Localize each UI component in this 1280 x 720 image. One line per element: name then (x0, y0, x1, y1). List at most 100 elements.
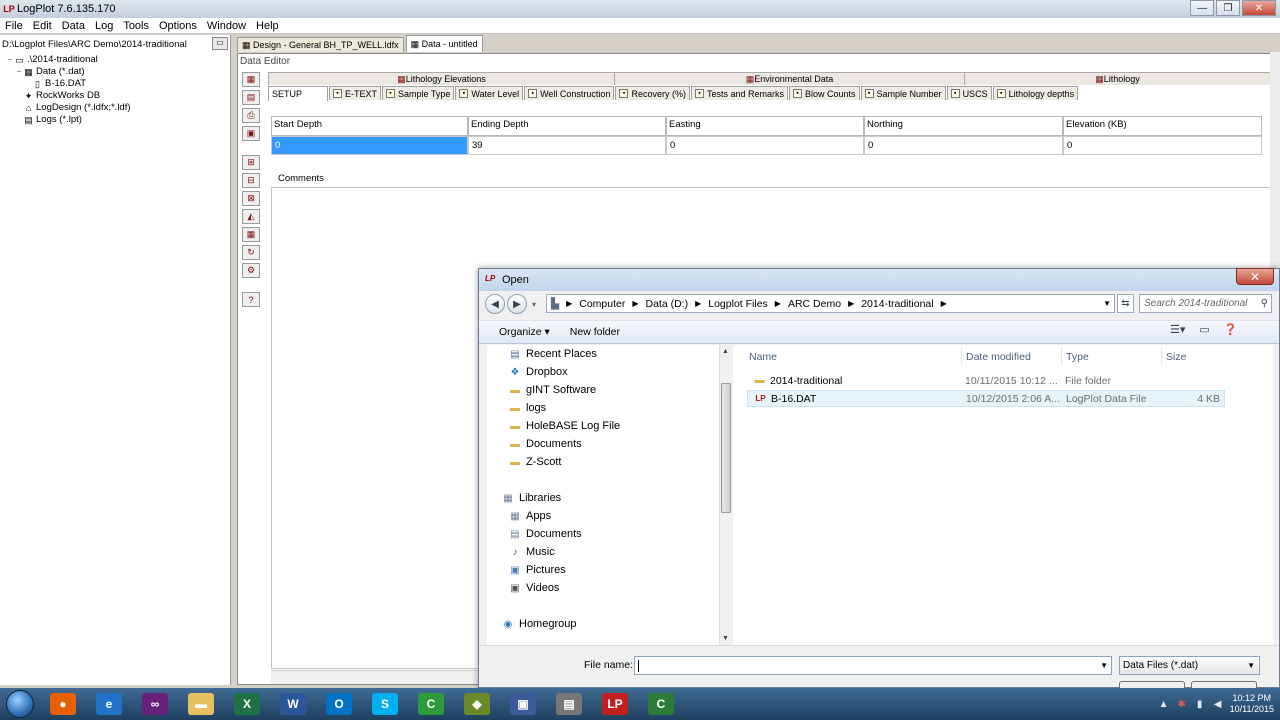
file-row[interactable]: LP B-16.DAT 10/12/2015 2:06 A... LogPlot Da… (747, 390, 1225, 407)
refresh-data-icon[interactable]: ↻ (242, 245, 260, 260)
taskbar-button[interactable]: C (408, 689, 454, 719)
grid-cell[interactable]: 39 (468, 136, 666, 155)
breadcrumb-item[interactable]: 2014-traditional (861, 298, 933, 310)
taskbar-button[interactable]: LP (592, 689, 638, 719)
forward-icon[interactable]: ▶ (507, 294, 527, 314)
col-divider[interactable] (1161, 348, 1162, 364)
nav-item[interactable]: ▬ logs (509, 400, 546, 416)
taskbar-button[interactable]: C (638, 689, 684, 719)
new-folder-button[interactable]: New folder (560, 326, 630, 338)
preview-pane-icon[interactable]: ▭ (1199, 323, 1209, 336)
help-icon[interactable]: ? (242, 292, 260, 307)
menu-options[interactable]: Options (154, 20, 202, 32)
address-bar[interactable]: ▙ ▶ Computer ▶ Data (D:) ▶ Logplot Files ▶ ARC D… (546, 294, 1115, 313)
breadcrumb-separator-icon[interactable]: ▶ (941, 299, 947, 308)
breadcrumb-separator-icon[interactable]: ▶ (848, 299, 854, 308)
col-type[interactable]: Type (1066, 350, 1089, 364)
breadcrumb-separator-icon[interactable]: ▶ (566, 299, 572, 308)
tab-uscs[interactable]: ▪ USCS (946, 86, 992, 100)
tray-arrow-icon[interactable]: ▲ (1158, 698, 1170, 710)
refresh-icon[interactable]: ⇆ (1117, 294, 1134, 313)
col-date-modified[interactable]: Date modified (966, 350, 1031, 364)
breadcrumb-separator-icon[interactable]: ▶ (632, 299, 638, 308)
tab-lithology-depths[interactable]: ▪ Lithology depths (992, 86, 1079, 100)
organize-button[interactable]: Organize ▾ (489, 326, 560, 338)
menu-data[interactable]: Data (57, 20, 90, 32)
search-input[interactable]: Search 2014-traditional ⚲ (1139, 294, 1272, 313)
tab-well-construction[interactable]: ▪ Well Construction (524, 86, 615, 100)
dialog-help-icon[interactable]: ❓ (1224, 323, 1238, 336)
tree-item[interactable]: ⌂ LogDesign (*.ldfx;*.ldf) (6, 102, 131, 114)
col-size[interactable]: Size (1166, 350, 1186, 364)
menu-edit[interactable]: Edit (28, 20, 57, 32)
tab-e-text[interactable]: ▪ E-TEXT (329, 86, 382, 100)
nav-item[interactable]: ◉ Homegroup (502, 616, 577, 632)
grid-cell[interactable]: 0 (864, 136, 1063, 155)
grid-cell[interactable]: 0 (271, 136, 468, 155)
tray-app-icon[interactable]: ✱ (1176, 698, 1188, 710)
network-icon[interactable]: ▮ (1194, 698, 1206, 710)
tab-setup[interactable]: SETUP (268, 86, 328, 101)
table-icon[interactable]: ▦ (242, 227, 260, 242)
tab-sample-type[interactable]: ▪ Sample Type (382, 86, 455, 100)
tree-expander-icon[interactable]: − (6, 54, 14, 66)
tab-sample-number[interactable]: ▪ Sample Number (860, 86, 946, 100)
breadcrumb-separator-icon[interactable]: ▶ (695, 299, 701, 308)
grid-cell[interactable]: 0 (1063, 136, 1262, 155)
close-button[interactable]: ✕ (1242, 0, 1276, 16)
taskbar-button[interactable]: ∞ (132, 689, 178, 719)
breadcrumb-item[interactable]: Data (D:) (646, 298, 689, 310)
grid-cell[interactable]: 0 (666, 136, 864, 155)
change-view-icon[interactable]: ☰▾ (1170, 323, 1185, 336)
start-button[interactable] (0, 688, 40, 720)
browse-folder-button[interactable]: ▭ (212, 37, 228, 50)
nav-item[interactable]: ♪ Music (509, 544, 555, 560)
col-divider[interactable] (961, 348, 962, 364)
nav-pane-scrollbar[interactable]: ▲ ▼ (719, 345, 732, 645)
tab-data-untitled[interactable]: ▦ Data - untitled (405, 35, 483, 52)
taskbar-button[interactable]: O (316, 689, 362, 719)
menu-log[interactable]: Log (90, 20, 118, 32)
address-dropdown-icon[interactable]: ▼ (1103, 299, 1111, 308)
nav-item[interactable]: ▦ Apps (509, 508, 551, 524)
settings-icon[interactable]: ⚙ (242, 263, 260, 278)
nav-item[interactable]: ▤ Documents (509, 526, 581, 542)
taskbar-button[interactable]: S (362, 689, 408, 719)
history-dropdown-icon[interactable]: ▾ (532, 300, 536, 309)
taskbar-button[interactable]: ▣ (500, 689, 546, 719)
nav-scroll-thumb[interactable] (721, 383, 731, 513)
nav-item[interactable]: ▬ Documents (509, 436, 582, 452)
tree-item[interactable]: ▯ B-16.DAT (6, 78, 131, 90)
horizontal-scrollbar[interactable] (271, 670, 480, 684)
minimize-button[interactable]: — (1190, 0, 1214, 16)
add-column-icon[interactable]: ⊞ (242, 155, 260, 170)
nav-item[interactable]: ▬ gINT Software (509, 382, 596, 398)
tree-item[interactable]: ✦ RockWorks DB (6, 90, 131, 102)
tree-item[interactable]: − ▭ .\2014-traditional (6, 54, 131, 66)
file-type-select[interactable]: Data Files (*.dat) ▼ (1119, 656, 1260, 675)
taskbar-button[interactable]: W (270, 689, 316, 719)
nav-item[interactable]: ▤ Recent Places (509, 346, 597, 362)
taskbar-button[interactable]: ▬ (178, 689, 224, 719)
tree-item[interactable]: ▤ Logs (*.lpt) (6, 114, 131, 126)
file-name-input[interactable]: ▼ (634, 656, 1112, 675)
import-icon[interactable]: ▤ (242, 90, 260, 105)
tree-item[interactable]: − ▦ Data (*.dat) (6, 66, 131, 78)
nav-item[interactable]: ❖ Dropbox (509, 364, 568, 380)
breadcrumb-separator-icon[interactable]: ▶ (775, 299, 781, 308)
file-row[interactable]: ▬ 2014-traditional 10/11/2015 10:12 ... Fil… (747, 372, 1225, 389)
nav-item[interactable]: ▣ Videos (509, 580, 559, 596)
dialog-close-button[interactable]: ✕ (1236, 268, 1274, 285)
taskbar-button[interactable]: e (86, 689, 132, 719)
delete-row-icon[interactable]: ⊠ (242, 191, 260, 206)
menu-window[interactable]: Window (202, 20, 251, 32)
tab-tests-and-remarks[interactable]: ▪ Tests and Remarks (690, 86, 788, 100)
volume-icon[interactable]: ◀ (1212, 698, 1224, 710)
taskbar-button[interactable]: ▤ (546, 689, 592, 719)
scroll-up-icon[interactable]: ▲ (722, 348, 729, 355)
print-icon[interactable]: ⎙ (242, 108, 260, 123)
add-row-icon[interactable]: ⊟ (242, 173, 260, 188)
menu-tools[interactable]: Tools (118, 20, 154, 32)
nav-item[interactable]: ▬ HoleBASE Log File (509, 418, 620, 434)
maximize-button[interactable]: ❐ (1216, 0, 1240, 16)
